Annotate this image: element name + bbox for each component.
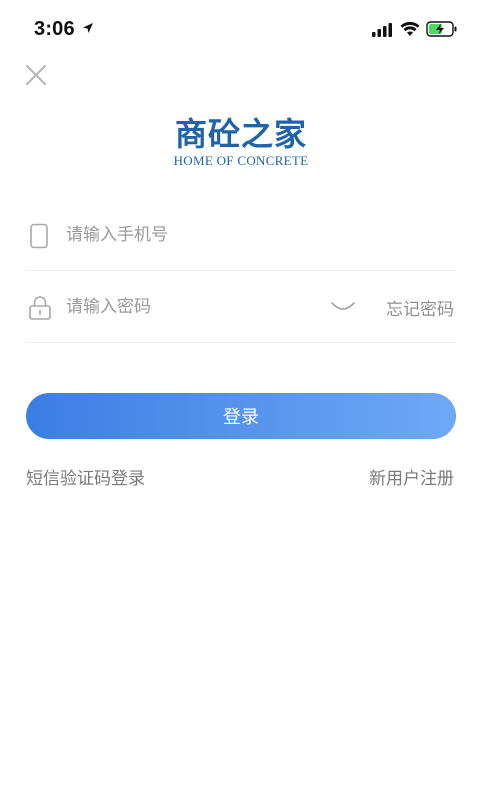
battery-charging-icon [426,21,457,37]
phone-input[interactable] [66,219,446,251]
register-link[interactable]: 新用户注册 [369,464,454,489]
cellular-signal-icon [372,23,392,37]
phone-icon [30,223,48,249]
eye-closed-icon[interactable] [330,299,356,315]
close-icon[interactable] [24,63,48,87]
password-field-row: 忘记密码 [26,271,456,343]
lock-icon [29,296,51,320]
sms-login-link[interactable]: 短信验证码登录 [26,464,145,489]
wifi-icon [400,21,420,36]
password-input[interactable] [66,291,316,323]
login-button[interactable]: 登录 [26,393,456,439]
logo: 商砼之家 HOME OF CONCRETE [168,116,314,168]
logo-title-en: HOME OF CONCRETE [173,153,309,168]
phone-field-row [26,199,456,271]
location-arrow-icon [83,23,93,33]
login-button-label: 登录 [223,407,259,428]
forgot-password-link[interactable]: 忘记密码 [386,295,454,320]
status-bar: 3:06 [0,0,480,56]
status-time: 3:06 [34,18,75,40]
logo-title-cn: 商砼之家 [174,115,307,153]
